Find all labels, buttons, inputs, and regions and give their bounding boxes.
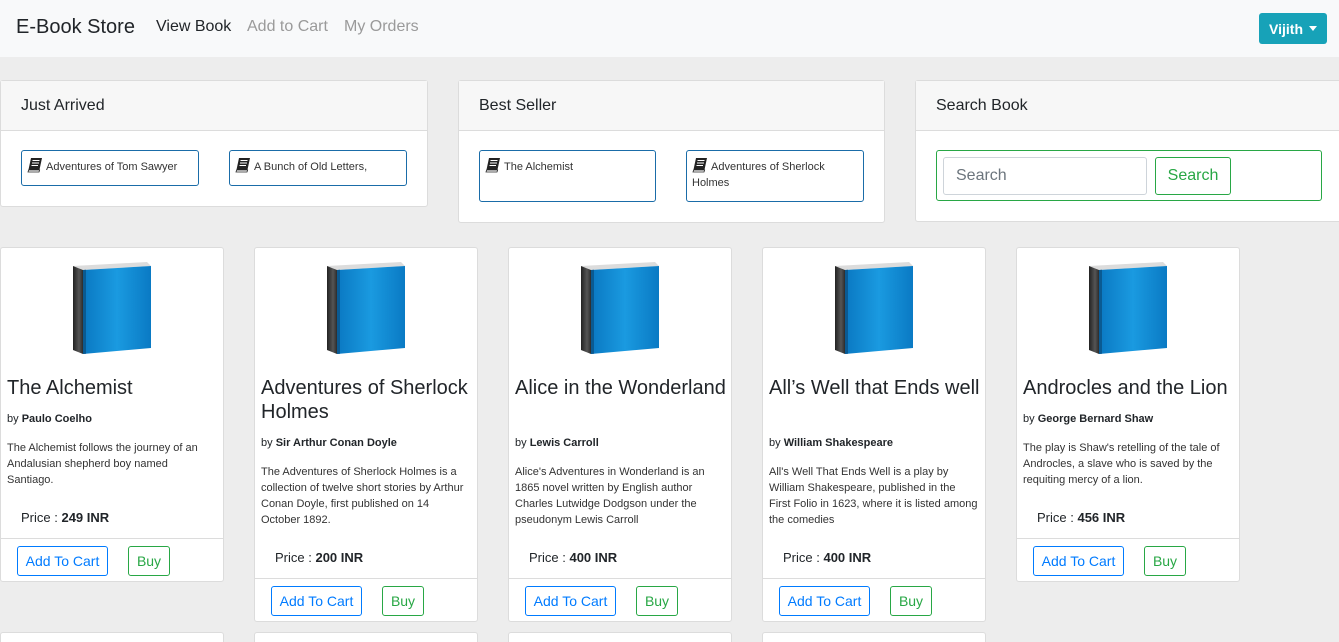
book-price: Price : 400 INR [783,550,872,565]
book-price: Price : 249 INR [21,510,110,525]
search-input[interactable] [943,157,1147,195]
book-card: All’s Well that Ends well by William Sha… [762,247,986,622]
buy-button[interactable]: Buy [128,546,170,576]
book-title: Adventures of Sherlock Holmes [261,377,468,423]
search-book-title: Search Book [916,81,1339,131]
buy-button[interactable]: Buy [890,586,932,616]
book-title: All’s Well that Ends well [769,377,980,399]
add-to-cart-button[interactable]: Add To Cart [525,586,616,616]
add-to-cart-button[interactable]: Add To Cart [17,546,108,576]
book-cover-image [323,260,409,356]
book-icon [235,157,251,173]
buy-button[interactable]: Buy [1144,546,1186,576]
book-author-line: by George Bernard Shaw [1023,413,1154,425]
buy-button[interactable]: Buy [636,586,678,616]
card-footer: Add To Cart Buy [509,578,731,622]
book-cover-image [1085,260,1171,356]
book-description: The play is Shaw's retelling of the tale… [1023,442,1220,486]
search-button[interactable]: Search [1155,157,1231,195]
book-card-partial [254,632,478,642]
user-name: Vijith [1269,20,1303,37]
book-price: Price : 200 INR [275,550,364,565]
book-author-line: by Lewis Carroll [515,437,599,449]
just-arrived-title: Just Arrived [1,81,427,131]
search-form: Search [936,150,1322,201]
book-card-partial [508,632,732,642]
card-footer: Add To Cart Buy [255,578,477,622]
add-to-cart-button[interactable]: Add To Cart [271,586,362,616]
book-author: Sir Arthur Conan Doyle [275,437,397,449]
nav-my-orders[interactable]: My Orders [344,18,419,36]
book-description: The Adventures of Sherlock Holmes is a c… [261,466,464,526]
brand-title[interactable]: E-Book Store [16,16,135,39]
card-footer: Add To Cart Buy [1017,538,1239,582]
book-price: Price : 456 INR [1037,510,1126,525]
book-author: George Bernard Shaw [1037,413,1154,425]
nav-add-to-cart[interactable]: Add to Cart [247,18,328,36]
book-icon [27,157,43,173]
just-arrived-item[interactable]: Adventures of Tom Sawyer [21,150,199,186]
book-description: The Alchemist follows the journey of an … [7,442,198,486]
book-title: Alice in the Wonderland [515,377,726,399]
book-icon [485,157,501,173]
add-to-cart-button[interactable]: Add To Cart [779,586,870,616]
buy-button[interactable]: Buy [382,586,424,616]
card-footer: Add To Cart Buy [1,538,223,582]
just-arrived-panel: Just Arrived Adventures of Tom Sawyer A … [0,80,428,207]
add-to-cart-button[interactable]: Add To Cart [1033,546,1124,576]
nav-view-book[interactable]: View Book [156,18,231,36]
book-card-partial [0,632,224,642]
book-cover-image [577,260,663,356]
book-card: Androcles and the Lion by George Bernard… [1016,247,1240,582]
book-card: The Alchemist by Paulo Coelho The Alchem… [0,247,224,582]
caret-down-icon [1309,26,1317,31]
search-book-panel: Search Book Search [915,80,1339,222]
just-arrived-item[interactable]: A Bunch of Old Letters, [229,150,407,186]
book-title: The Alchemist [7,377,133,399]
book-description: Alice's Adventures in Wonderland is an 1… [515,466,705,526]
best-seller-title: Best Seller [459,81,884,131]
book-title: Androcles and the Lion [1023,377,1228,399]
book-author-line: by William Shakespeare [769,437,894,449]
book-icon [692,157,708,173]
user-dropdown-button[interactable]: Vijith [1259,13,1327,44]
book-card: Alice in the Wonderland by Lewis Carroll… [508,247,732,622]
book-description: All's Well That Ends Well is a play by W… [769,466,978,526]
book-author: Paulo Coelho [21,413,92,425]
book-author-line: by Paulo Coelho [7,413,92,425]
book-author: William Shakespeare [783,437,894,449]
best-seller-item[interactable]: The Alchemist [479,150,656,202]
book-price: Price : 400 INR [529,550,618,565]
best-seller-item[interactable]: Adventures of Sherlock Holmes [686,150,864,202]
best-seller-panel: Best Seller The Alchemist Adventures of … [458,80,885,223]
book-cover-image [69,260,155,356]
card-footer: Add To Cart Buy [763,578,985,622]
book-card-partial [762,632,986,642]
book-author: Lewis Carroll [529,437,599,449]
navbar: E-Book Store View Book Add to Cart My Or… [0,0,1339,57]
book-card: Adventures of Sherlock Holmes by Sir Art… [254,247,478,622]
book-cover-image [831,260,917,356]
book-author-line: by Sir Arthur Conan Doyle [261,437,397,449]
